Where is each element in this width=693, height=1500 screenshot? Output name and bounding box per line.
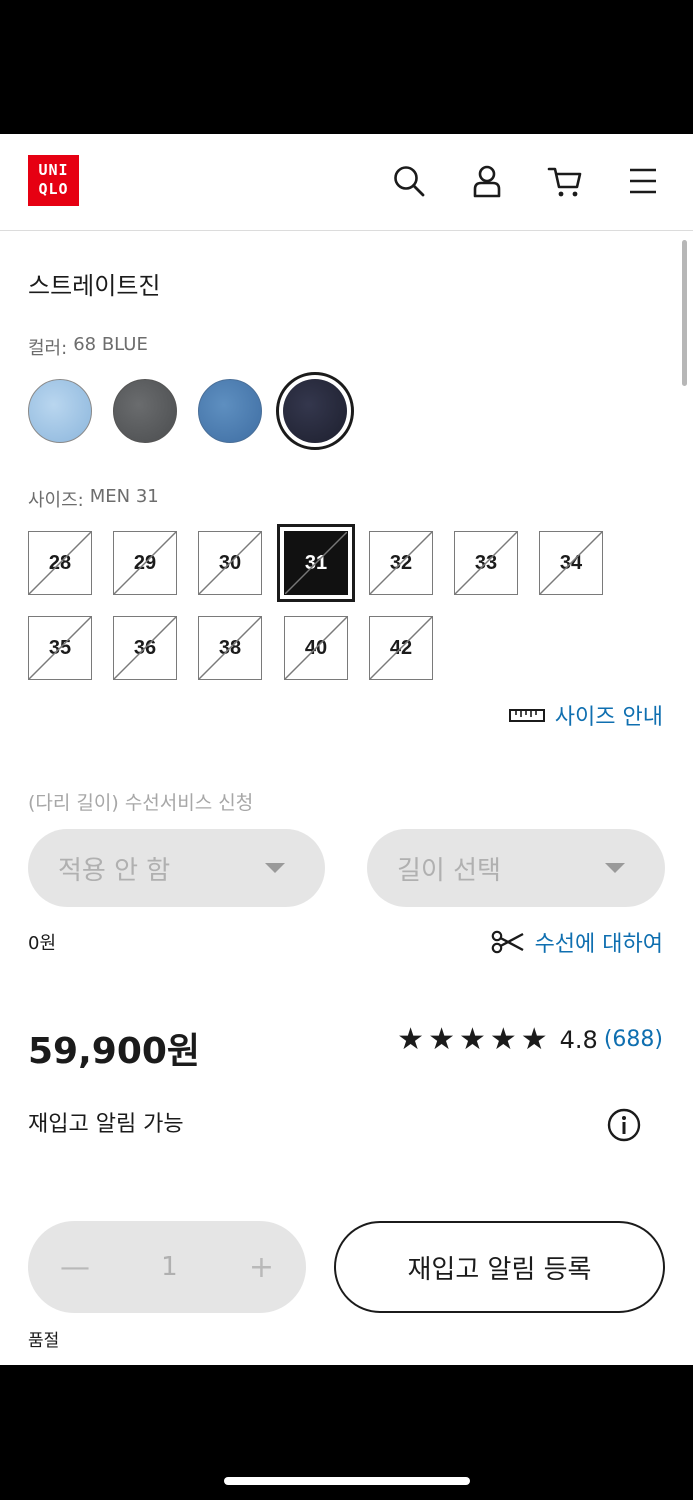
alteration-type-value: 적용 안 함 xyxy=(58,855,171,886)
minus-icon[interactable]: — xyxy=(60,1250,90,1285)
size-label: 사이즈: MEN 31 xyxy=(28,486,159,512)
account-icon[interactable] xyxy=(469,163,505,199)
size-option-36[interactable]: 36 xyxy=(113,616,177,680)
size-guide-label: 사이즈 안내 xyxy=(554,705,663,730)
color-label-prefix: 컬러: xyxy=(28,338,68,359)
unavailable-slash xyxy=(455,532,517,594)
alteration-type-dropdown[interactable]: 적용 안 함 xyxy=(28,829,325,907)
length-select-dropdown[interactable]: 길이 선택 xyxy=(367,829,665,907)
size-option-29[interactable]: 29 xyxy=(113,531,177,595)
size-option-31-selected[interactable]: 31 xyxy=(277,524,355,602)
quantity-value: 1 xyxy=(161,1252,178,1282)
logo-line-1: UNI xyxy=(38,161,69,179)
size-option-35[interactable]: 35 xyxy=(28,616,92,680)
unavailable-slash xyxy=(114,532,176,594)
size-option-34[interactable]: 34 xyxy=(539,531,603,595)
unavailable-slash xyxy=(370,617,432,679)
size-label-prefix: 사이즈: xyxy=(28,490,84,511)
alteration-info-label: 수선에 대하여 xyxy=(534,932,663,957)
chevron-down-icon xyxy=(605,863,625,873)
color-swatch-gray[interactable] xyxy=(113,379,177,443)
color-swatch-light-blue[interactable] xyxy=(28,379,92,443)
color-value: 68 BLUE xyxy=(73,334,148,355)
soldout-label: 품절 xyxy=(28,1331,60,1351)
unavailable-slash xyxy=(370,532,432,594)
color-swatch-navy-selected[interactable] xyxy=(276,372,354,450)
color-label: 컬러: 68 BLUE xyxy=(28,334,148,360)
size-option-28[interactable]: 28 xyxy=(28,531,92,595)
menu-icon[interactable] xyxy=(625,163,661,199)
ruler-icon xyxy=(508,709,545,722)
size-guide-link[interactable]: 사이즈 안내 xyxy=(508,699,663,731)
alteration-fee: 0원 xyxy=(28,933,57,954)
product-title: 스트레이트진 xyxy=(28,272,161,300)
star-rating-icons: ★★★★★ xyxy=(397,1022,552,1057)
scrollbar[interactable] xyxy=(682,240,687,386)
review-count-link[interactable]: (688) xyxy=(604,1027,663,1052)
quantity-stepper: — 1 + xyxy=(28,1221,306,1313)
unavailable-slash xyxy=(285,532,347,594)
restock-availability: 재입고 알림 가능 xyxy=(28,1112,184,1137)
logo-line-2: QLO xyxy=(38,180,69,198)
product-page: UNI QLO 스트레이트진 컬러: 68 BLUE 사이즈: MEN 31 2… xyxy=(0,134,693,1365)
color-swatch-navy-fill xyxy=(283,379,347,443)
unavailable-slash xyxy=(540,532,602,594)
length-select-value: 길이 선택 xyxy=(397,855,501,886)
alteration-info-link[interactable]: 수선에 대하여 xyxy=(491,926,663,958)
scissors-icon xyxy=(491,930,524,954)
size-option-38[interactable]: 38 xyxy=(198,616,262,680)
unavailable-slash xyxy=(29,617,91,679)
price: 59,900원 xyxy=(28,1031,201,1072)
info-icon[interactable] xyxy=(607,1108,641,1142)
restock-notify-button[interactable]: 재입고 알림 등록 xyxy=(334,1221,665,1313)
header: UNI QLO xyxy=(0,134,693,231)
size-option-40[interactable]: 40 xyxy=(284,616,348,680)
color-swatch-blue[interactable] xyxy=(198,379,262,443)
unavailable-slash xyxy=(29,532,91,594)
cart-icon[interactable] xyxy=(547,163,583,199)
alteration-title: (다리 길이) 수선서비스 신청 xyxy=(28,792,254,814)
unavailable-slash xyxy=(199,617,261,679)
size-option-31-fill: 31 xyxy=(284,531,348,595)
plus-icon[interactable]: + xyxy=(249,1250,274,1285)
size-option-30[interactable]: 30 xyxy=(198,531,262,595)
uniqlo-logo[interactable]: UNI QLO xyxy=(28,155,79,206)
unavailable-slash xyxy=(114,617,176,679)
size-option-33[interactable]: 33 xyxy=(454,531,518,595)
chevron-down-icon xyxy=(265,863,285,873)
rating-value: 4.8 xyxy=(559,1025,598,1054)
size-option-42[interactable]: 42 xyxy=(369,616,433,680)
unavailable-slash xyxy=(285,617,347,679)
size-value: MEN 31 xyxy=(89,486,159,507)
unavailable-slash xyxy=(199,532,261,594)
home-indicator[interactable] xyxy=(224,1477,470,1485)
size-option-32[interactable]: 32 xyxy=(369,531,433,595)
rating[interactable]: ★★★★★ 4.8 (688) xyxy=(397,1022,663,1057)
search-icon[interactable] xyxy=(391,163,427,199)
